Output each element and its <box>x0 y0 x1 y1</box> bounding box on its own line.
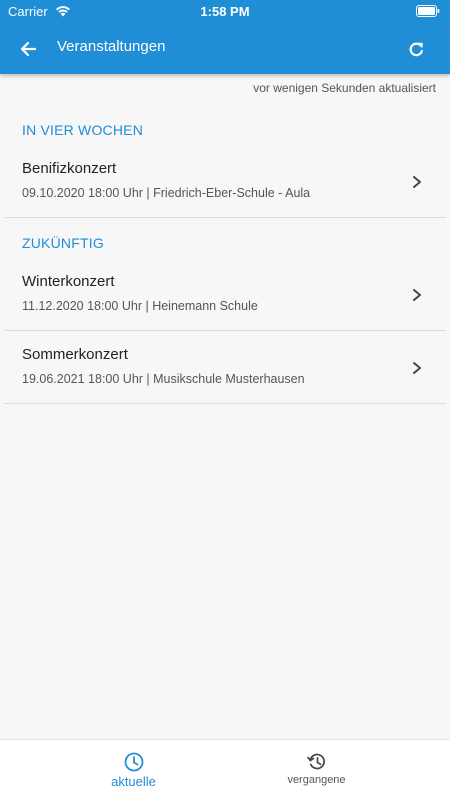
navigation-bar: Veranstaltungen <box>0 24 450 74</box>
status-time: 1:58 PM <box>200 4 250 19</box>
event-item[interactable]: Benifizkonzert 09.10.2020 18:00 Uhr | Fr… <box>4 146 446 218</box>
bottom-tab-bar: aktuelle vergangene <box>0 739 450 800</box>
arrow-left-icon <box>20 41 37 57</box>
tab-label: vergangene <box>287 774 346 786</box>
status-bar: Carrier 1:58 PM <box>0 0 450 24</box>
chevron-right-icon <box>413 176 421 188</box>
app-header: Carrier 1:58 PM Veranstaltungen <box>0 0 450 74</box>
back-button[interactable] <box>14 35 42 63</box>
event-item[interactable]: Sommerkonzert 19.06.2021 18:00 Uhr | Mus… <box>4 332 446 404</box>
page-title: Veranstaltungen <box>57 38 166 55</box>
event-item[interactable]: Winterkonzert 11.12.2020 18:00 Uhr | Hei… <box>4 259 446 331</box>
refresh-button[interactable] <box>402 35 430 63</box>
tab-vergangene[interactable]: vergangene <box>204 740 429 800</box>
event-title: Benifizkonzert <box>22 160 117 177</box>
event-details: 09.10.2020 18:00 Uhr | Friedrich-Eber-Sc… <box>22 186 311 200</box>
event-title: Sommerkonzert <box>22 346 128 363</box>
history-icon <box>307 753 325 770</box>
event-title: Winterkonzert <box>22 273 115 290</box>
battery-icon <box>416 5 440 17</box>
last-updated-text: vor wenigen Sekunden aktualisiert <box>253 81 436 95</box>
chevron-right-icon <box>413 362 421 374</box>
clock-icon <box>124 752 144 772</box>
section-header-in-vier-wochen: IN VIER WOCHEN <box>22 122 144 138</box>
event-details: 19.06.2021 18:00 Uhr | Musikschule Muste… <box>22 372 305 386</box>
chevron-right-icon <box>413 289 421 301</box>
section-header-zukuenftig: ZUKÜNFTIG <box>22 235 104 251</box>
refresh-icon <box>409 41 423 56</box>
event-details: 11.12.2020 18:00 Uhr | Heinemann Schule <box>22 299 258 313</box>
